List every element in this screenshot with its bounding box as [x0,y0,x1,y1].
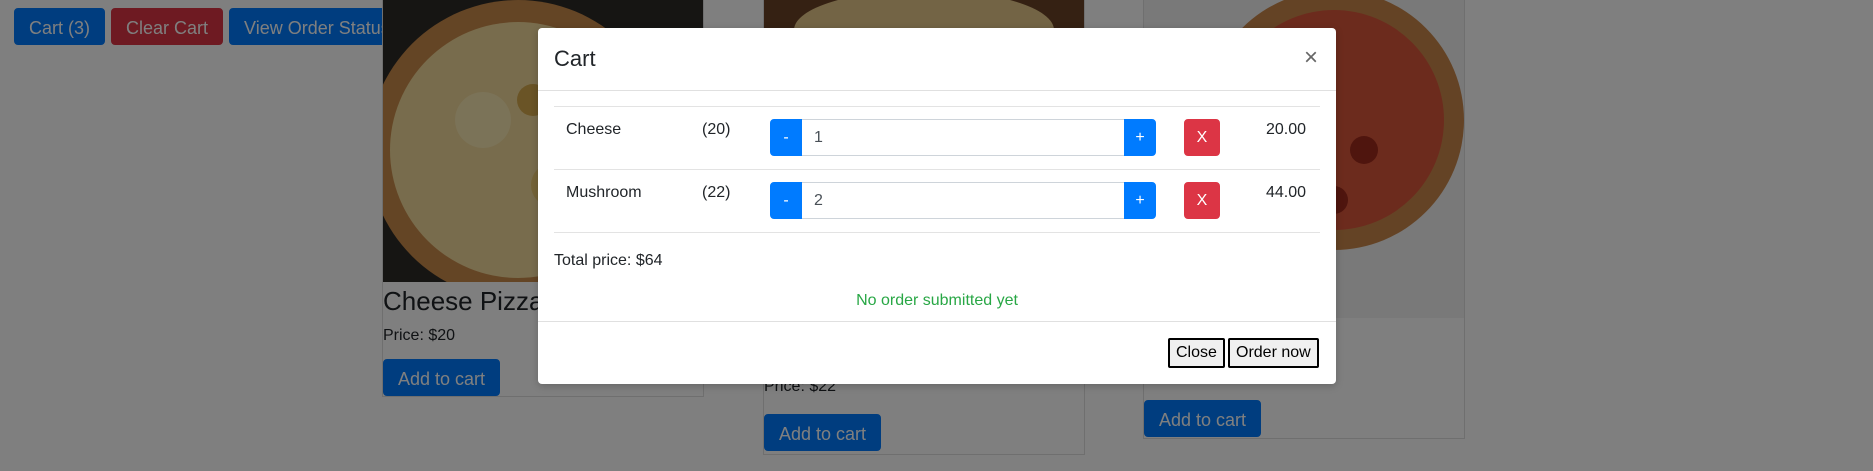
order-now-button[interactable]: Order now [1228,338,1319,368]
quantity-input[interactable] [802,119,1124,156]
decrease-quantity-button[interactable]: - [770,119,802,156]
item-name: Cheese [566,121,622,138]
close-button[interactable]: Close [1168,338,1225,368]
order-status-message: No order submitted yet [856,292,1018,309]
item-line-total: 44.00 [1266,184,1307,201]
table-row: Cheese (20) - + X 20.00 [554,106,1320,169]
decrease-quantity-button[interactable]: - [770,182,802,219]
total-price: Total price: $64 [554,252,663,269]
cart-table: Cheese (20) - + X 20.00 Mushroom (22) - … [554,106,1320,233]
increase-quantity-button[interactable]: + [1124,182,1156,219]
modal-title: Cart [554,46,596,71]
item-line-total: 20.00 [1266,121,1307,138]
increase-quantity-button[interactable]: + [1124,119,1156,156]
cart-modal: Cart × Cheese (20) - + X 20.00 Mushroom … [538,28,1336,384]
quantity-input[interactable] [802,182,1124,219]
remove-item-button[interactable]: X [1184,182,1220,219]
item-unit-price: (20) [702,121,731,138]
modal-footer: Close Order now [538,321,1336,384]
item-unit-price: (22) [702,184,731,201]
item-name: Mushroom [566,184,642,201]
close-icon[interactable]: × [1304,46,1318,70]
table-row: Mushroom (22) - + X 44.00 [554,169,1320,233]
remove-item-button[interactable]: X [1184,119,1220,156]
modal-header: Cart × [538,28,1336,91]
